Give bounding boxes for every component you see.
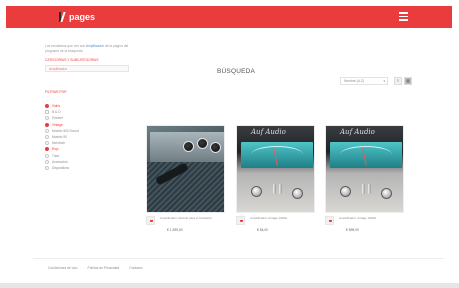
product-image[interactable]: Auf Audio [325,125,404,213]
top-navigation-bar: pages [6,6,452,28]
logo-text: pages [69,12,96,22]
note-search-term[interactable]: Amplificador [86,44,104,48]
filter-checkbox-icon[interactable] [45,122,49,127]
filter-item-label: Tubo [52,153,60,158]
product-photo-lettering: Auf Audio [251,128,286,136]
filter-item-label: Pioneer [52,116,63,121]
add-to-cart-icon[interactable] [236,216,245,225]
chevron-down-icon: ▾ [383,79,385,83]
sort-select-value: Nombre (A-Z) [344,79,365,83]
add-to-cart-icon[interactable] [146,216,155,225]
list-view-button[interactable]: ≡ [394,77,402,85]
footer-link-privacy[interactable]: Política de Privacidad [88,266,120,270]
grid-view-button[interactable]: ▦ [404,77,412,85]
footer-link-contact[interactable]: Contacto [129,266,142,270]
product-price: € 899,00 [346,228,359,232]
filter-label: FILTRAR POR [45,90,67,94]
filter-checkbox-icon[interactable] [45,110,49,115]
product-name[interactable]: Amplificador vintage 1980s [250,216,312,220]
search-results-note: Los resultados que ves son Amplificador … [45,44,140,54]
hamburger-menu-icon[interactable] [399,12,408,21]
filter-item-label: Vintage [52,122,63,127]
sidebar: Los resultados que ves son Amplificador … [45,44,140,171]
filter-checkbox-icon[interactable] [45,147,49,152]
page-title: BÚSQUEDA [217,68,256,75]
sort-select[interactable]: Nombre (A-Z) ▾ [340,77,388,85]
page: pages Los resultados que ves son Amplifi… [0,0,459,288]
filter-item-label: Modelo 90 [52,135,67,140]
product-card[interactable]: Amplificador Vertical para el transistor… [146,125,225,236]
product-price: € 1.399,00 [167,228,183,232]
filter-item-label: Modelo 500 Sound [52,128,79,133]
add-to-cart-icon[interactable] [325,216,334,225]
filter-list: Vidrio B & O Pioneer Vintage Modelo 500 … [45,103,140,171]
product-name[interactable]: Amplificador Vertical para el transistor [160,216,222,220]
categories-label: CATEGORÍAS Y SUBCATEGORÍAS [45,58,99,62]
product-card[interactable]: Auf Audio Amplificador vintage 1980s € 8… [236,125,315,236]
filter-item-label: Vidrio [52,104,61,109]
logo-mark-icon [58,12,67,22]
filter-item[interactable]: Dispositivos [45,165,140,171]
filter-checkbox-icon[interactable] [45,165,49,170]
filter-checkbox-icon[interactable] [45,141,49,146]
bottom-shadow-bar [0,283,459,288]
filter-checkbox-icon[interactable] [45,153,49,158]
logo[interactable]: pages [58,11,95,23]
category-search-input[interactable]: Amplificador [45,65,129,72]
product-price: € 84,00 [257,228,268,232]
product-name[interactable]: Amplificador vintage 1980s [339,216,401,220]
filter-item-label: Rojo [52,147,59,152]
footer-link-terms[interactable]: Condiciones de Uso [48,266,78,270]
product-card[interactable]: Auf Audio Amplificador vintage 1980s € 8… [325,125,404,236]
footer-divider [33,258,444,259]
filter-checkbox-icon[interactable] [45,135,49,140]
filter-checkbox-icon[interactable] [45,159,49,164]
filter-checkbox-icon[interactable] [45,104,49,109]
filter-item-label: B & O [52,110,61,115]
filter-checkbox-icon[interactable] [45,116,49,121]
filter-item-label: Dispositivos [52,165,70,170]
note-prefix: Los resultados que ves son [45,44,86,48]
product-photo-lettering: Auf Audio [340,128,375,136]
filter-checkbox-icon[interactable] [45,128,49,133]
product-image[interactable] [146,125,225,213]
filter-item-label: Accesorios [52,159,68,164]
footer-links: Condiciones de Uso Política de Privacida… [48,266,142,270]
filter-item-label: McIntosh [52,141,65,146]
product-image[interactable]: Auf Audio [236,125,315,213]
